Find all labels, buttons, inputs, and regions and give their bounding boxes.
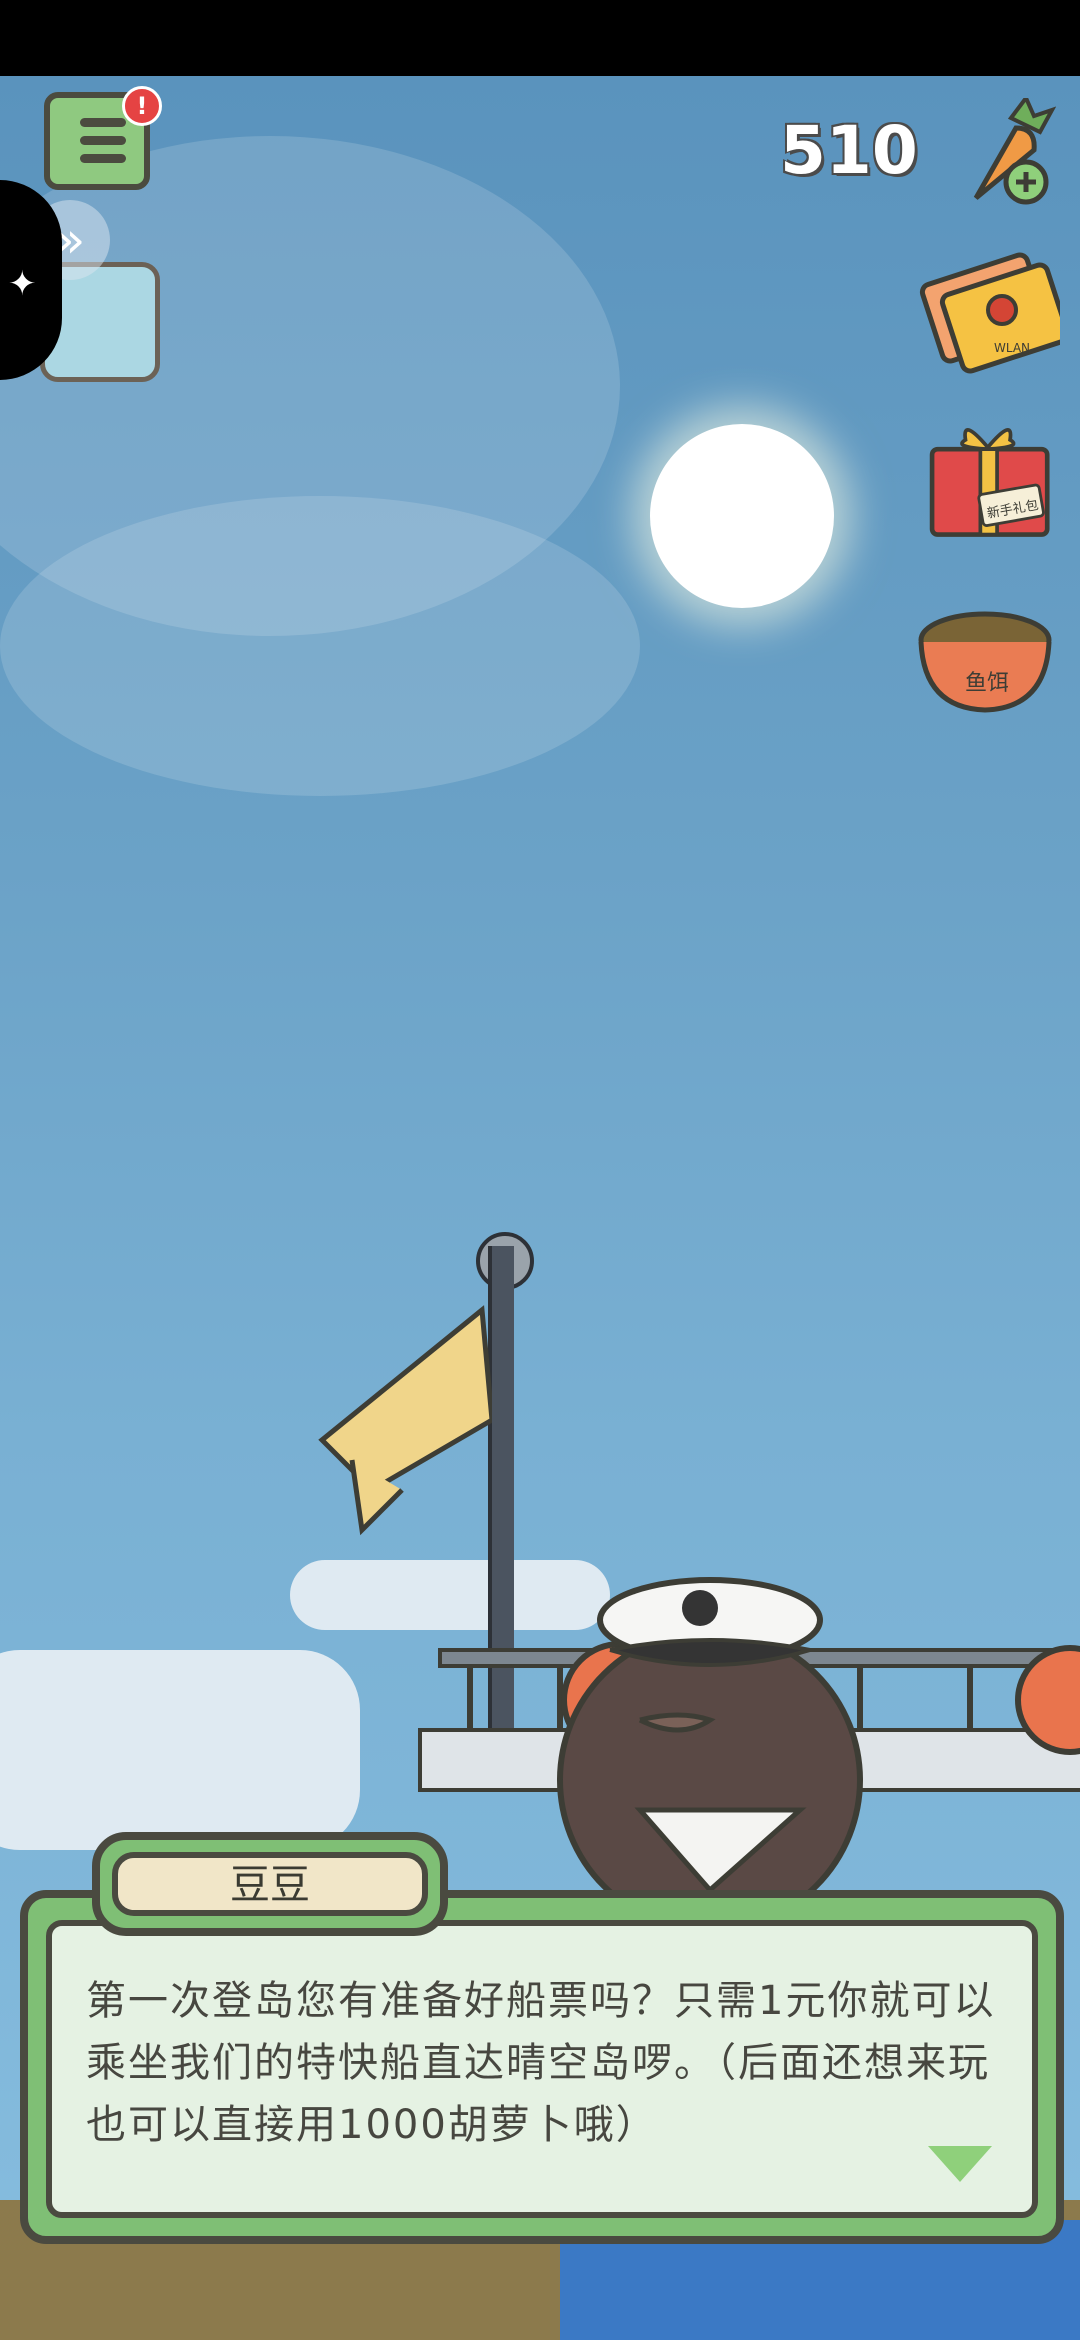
side-tab[interactable]: ✦ (0, 180, 62, 380)
next-arrow-icon[interactable] (928, 2146, 992, 2182)
carrot-add-icon[interactable] (956, 98, 1056, 210)
captain-penguin[interactable] (540, 1560, 890, 1890)
task-notebook-button[interactable]: ! (44, 78, 162, 190)
dialog-text: 第一次登岛您有准备好船票吗？只需1元你就可以乘坐我们的特快船直达晴空岛啰。（后面… (86, 1978, 996, 2148)
speaker-name: 豆豆 (112, 1852, 428, 1916)
notification-badge: ! (122, 86, 162, 126)
carrot-count: 510 (780, 112, 918, 189)
cloud (0, 496, 640, 796)
status-bar (0, 0, 1080, 76)
bowl-label: 鱼饵 (965, 671, 1009, 696)
cloud (0, 1650, 360, 1850)
anchor-flag (318, 1305, 492, 1536)
ticket-icon[interactable]: WLAN (910, 248, 1060, 378)
puzzle-icon: ✦ (8, 264, 37, 304)
speaker-name-tag: 豆豆 (92, 1832, 448, 1936)
sun (650, 424, 834, 608)
gift-box-icon[interactable]: 新手礼包 (910, 412, 1060, 542)
bait-bowl-icon[interactable]: 鱼饵 (910, 598, 1060, 728)
ticket-label: WLAN (994, 341, 1030, 355)
